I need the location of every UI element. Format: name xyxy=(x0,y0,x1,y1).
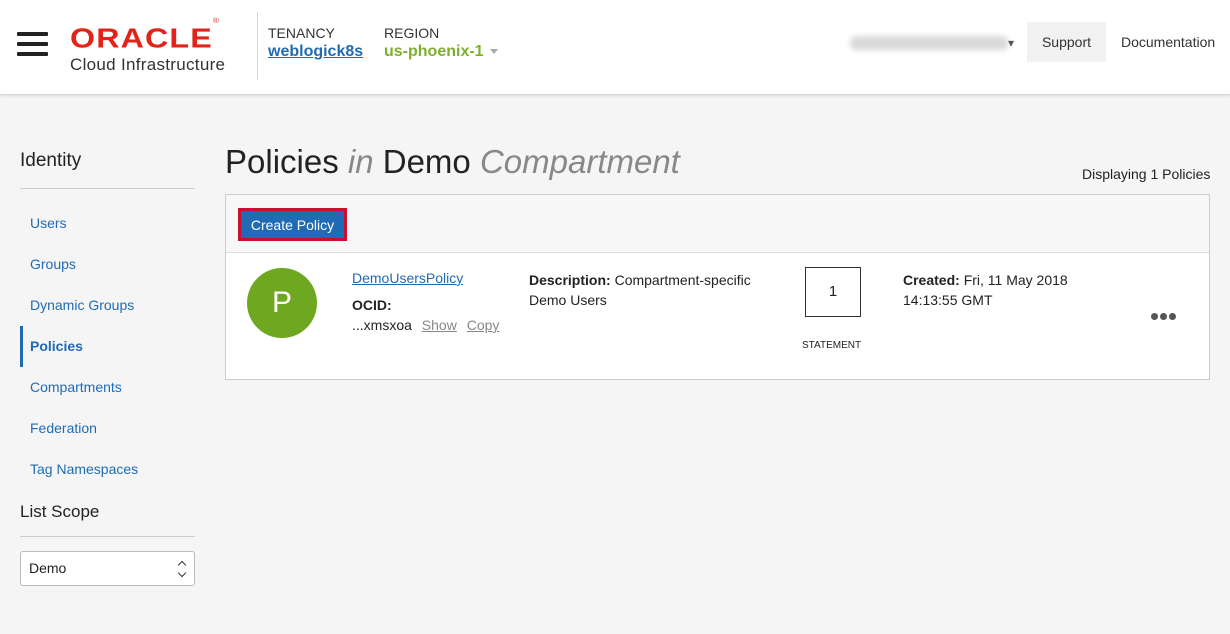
sidebar-nav: Users Groups Dynamic Groups Policies Com… xyxy=(20,203,195,490)
ocid-label: OCID: xyxy=(352,297,392,313)
create-policy-button[interactable]: Create Policy xyxy=(239,209,346,240)
policy-name-link[interactable]: DemoUsersPolicy xyxy=(352,270,463,286)
sidebar-item-tag-namespaces[interactable]: Tag Namespaces xyxy=(20,449,195,490)
ocid-value-row: ...xmsxoa Show Copy xyxy=(352,317,499,333)
header-divider xyxy=(257,12,258,80)
region-selector[interactable]: us-phoenix-1 xyxy=(384,43,498,60)
statement-count: 1 xyxy=(805,267,861,317)
region-block: REGION us-phoenix-1 xyxy=(384,25,498,61)
chevron-down-icon xyxy=(489,49,498,55)
logo-brand: ORACLE xyxy=(70,22,213,54)
statement-label: STATEMENT xyxy=(802,340,862,351)
support-button[interactable]: Support xyxy=(1027,22,1106,62)
top-header: ORACLE® Cloud Infrastructure TENANCY web… xyxy=(0,0,1230,95)
ocid-value: ...xmsxoa xyxy=(352,317,412,333)
documentation-link[interactable]: Documentation xyxy=(1121,34,1215,50)
sidebar-item-federation[interactable]: Federation xyxy=(20,408,195,449)
registered-mark: ® xyxy=(212,18,220,25)
identity-sidebar: Identity Users Groups Dynamic Groups Pol… xyxy=(20,150,195,586)
compartment-select[interactable]: Demo xyxy=(20,551,195,586)
panel-toolbar: Create Policy xyxy=(226,195,1209,253)
description-label: Description: xyxy=(529,272,611,288)
logo-subtitle: Cloud Infrastructure xyxy=(70,55,226,75)
sidebar-item-dynamic-groups[interactable]: Dynamic Groups xyxy=(20,285,195,326)
more-options-icon[interactable] xyxy=(1151,307,1181,321)
user-menu-caret[interactable]: ▾ xyxy=(1008,36,1014,50)
hamburger-menu-icon[interactable] xyxy=(17,32,49,58)
policies-panel: Create Policy P DemoUsersPolicy OCID: ..… xyxy=(225,194,1210,380)
oracle-logo[interactable]: ORACLE® Cloud Infrastructure xyxy=(70,18,240,75)
sidebar-item-compartments[interactable]: Compartments xyxy=(20,367,195,408)
policy-created: Created: Fri, 11 May 2018 14:13:55 GMT xyxy=(903,270,1103,310)
sidebar-item-policies[interactable]: Policies xyxy=(20,326,195,367)
created-label: Created: xyxy=(903,272,960,288)
sidebar-title: Identity xyxy=(20,150,195,189)
title-in: in xyxy=(347,143,374,180)
tenancy-label: TENANCY xyxy=(268,25,335,41)
region-label: REGION xyxy=(384,25,440,41)
region-value: us-phoenix-1 xyxy=(384,43,484,60)
user-menu-blurred[interactable] xyxy=(850,36,1008,50)
sidebar-item-groups[interactable]: Groups xyxy=(20,244,195,285)
avatar: P xyxy=(247,268,317,338)
policy-description: Description: Compartment-specific Demo U… xyxy=(529,270,769,310)
table-row: P DemoUsersPolicy OCID: ...xmsxoa Show C… xyxy=(226,253,1209,379)
title-compartment: Compartment xyxy=(479,143,680,180)
title-policies: Policies xyxy=(225,143,339,180)
sidebar-item-users[interactable]: Users xyxy=(20,203,195,244)
page-title: Policies in Demo Compartment xyxy=(225,143,680,181)
tenancy-link[interactable]: weblogick8s xyxy=(268,43,363,61)
title-compartment-name: Demo xyxy=(382,143,471,180)
compartment-select-value: Demo xyxy=(29,560,67,576)
ocid-copy-link[interactable]: Copy xyxy=(467,317,500,333)
display-count: Displaying 1 Policies xyxy=(1082,166,1211,182)
ocid-show-link[interactable]: Show xyxy=(422,317,457,333)
select-arrows-icon xyxy=(177,560,187,578)
list-scope-title: List Scope xyxy=(20,502,195,537)
tenancy-block: TENANCY weblogick8s xyxy=(268,25,363,61)
